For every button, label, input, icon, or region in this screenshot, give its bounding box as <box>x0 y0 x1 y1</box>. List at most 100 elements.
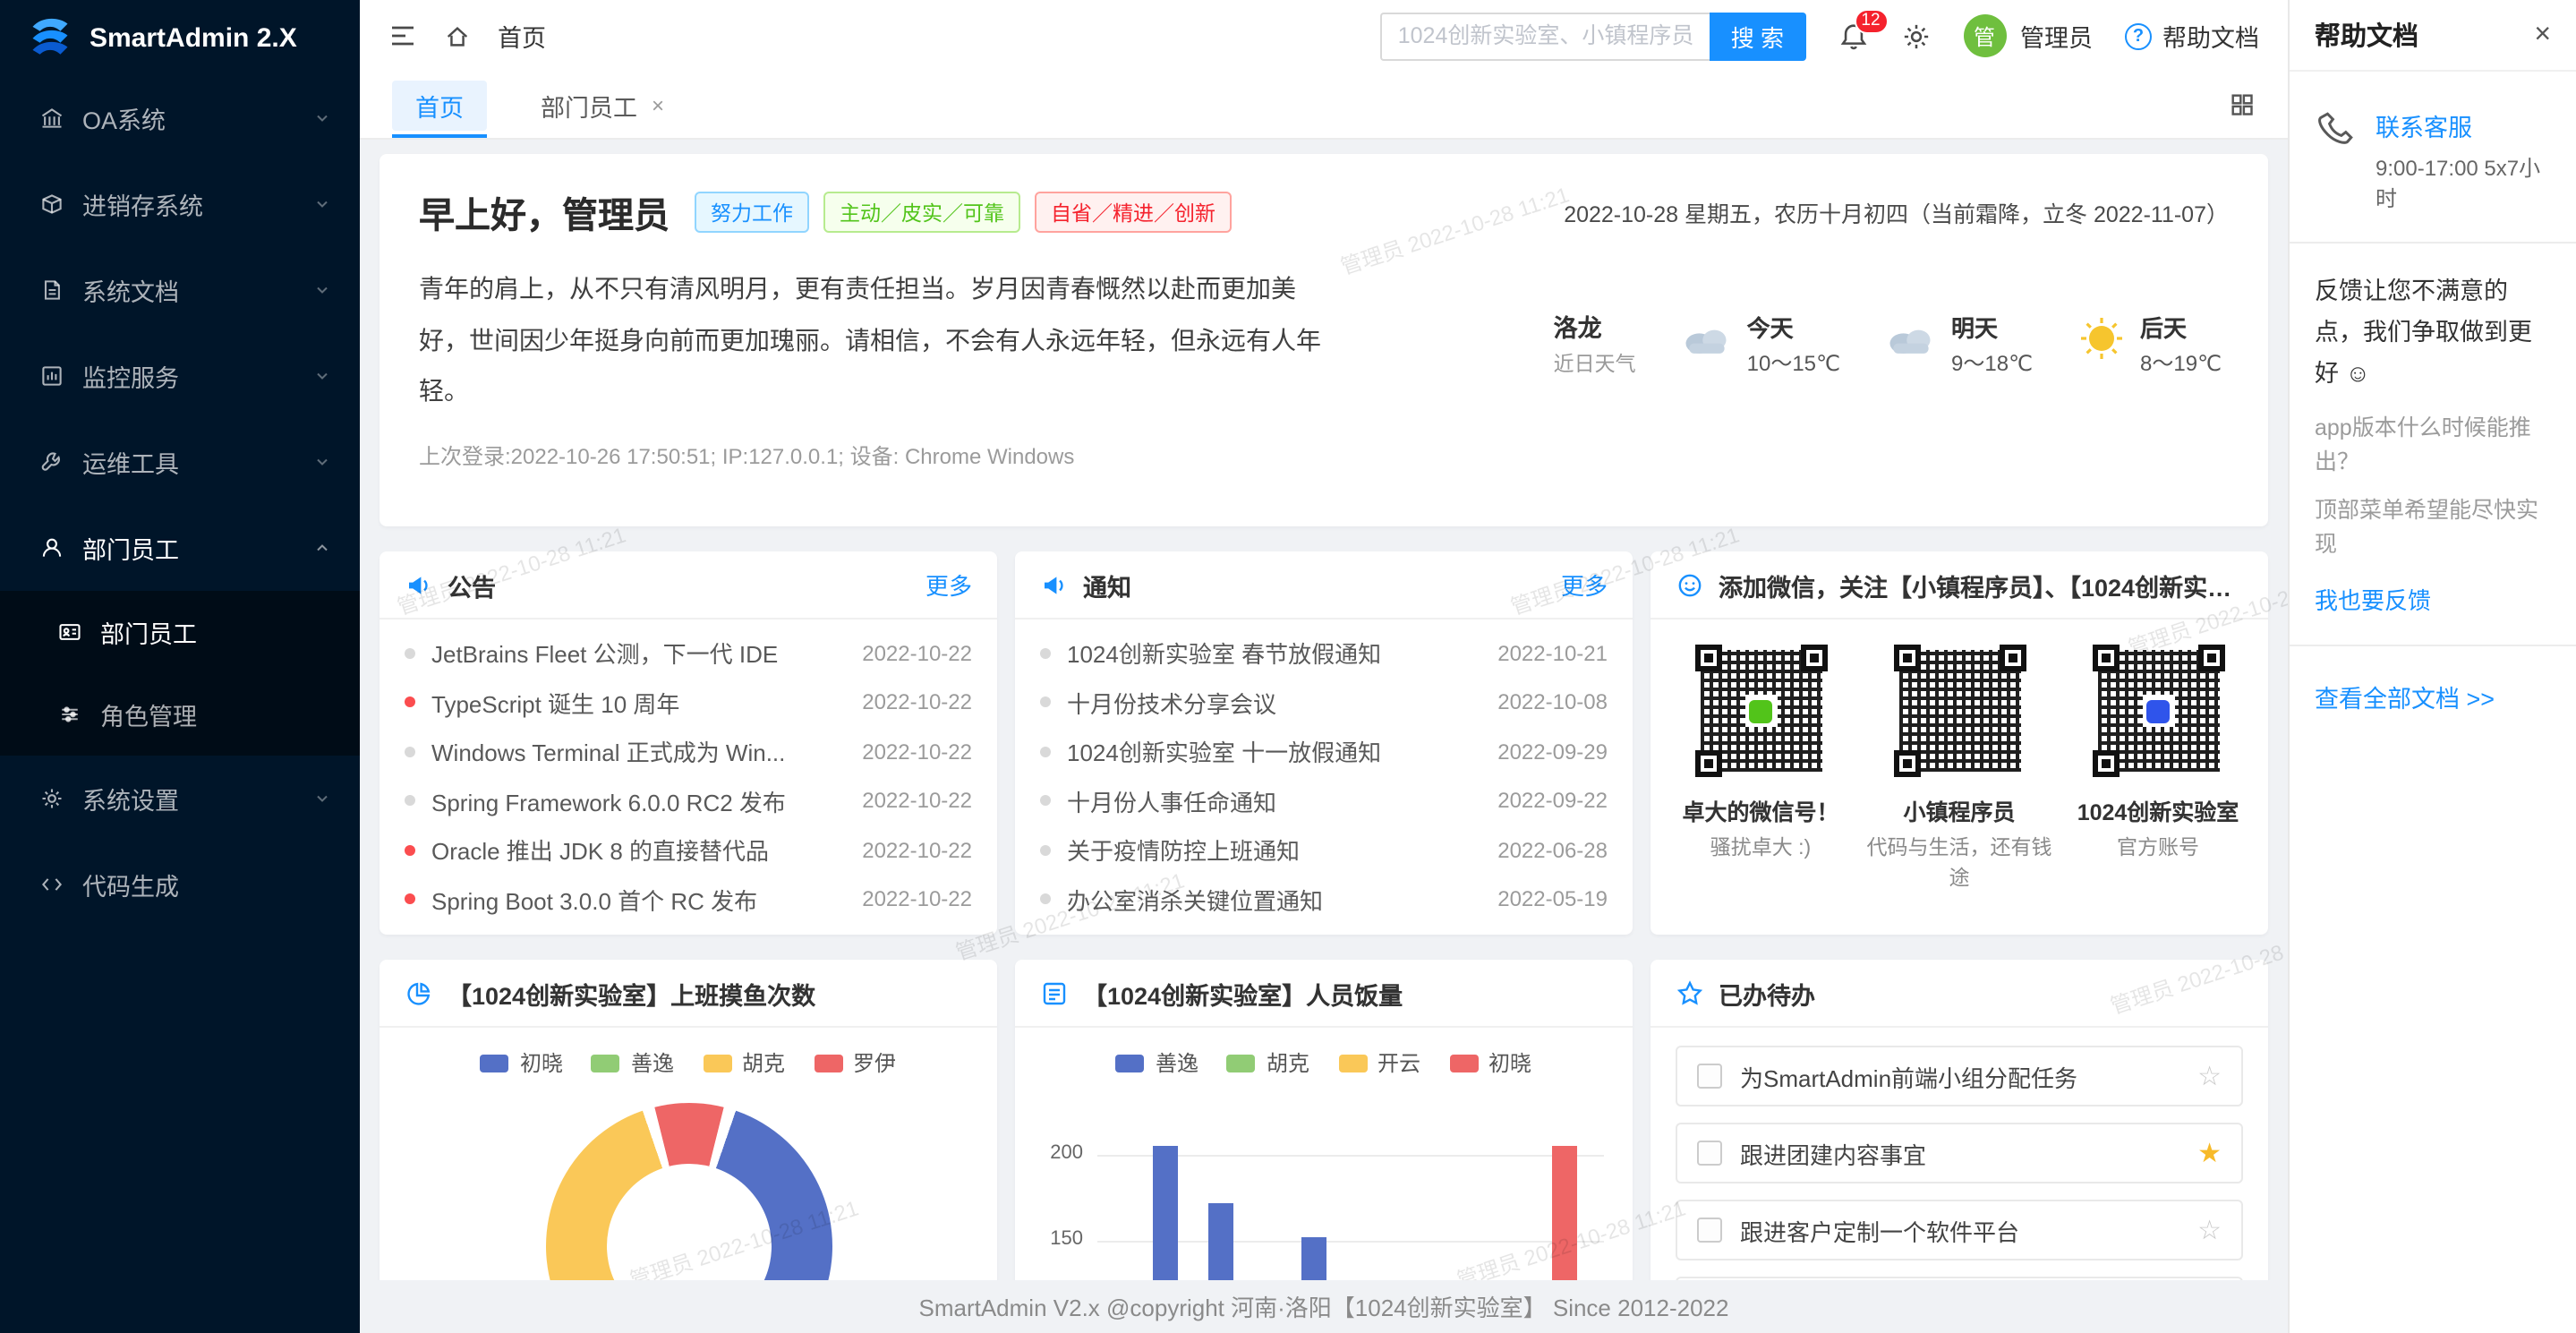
todo-item[interactable]: 跟进客户定制一个软件平台 ☆ <box>1676 1200 2243 1260</box>
list-item[interactable]: Spring Boot 3.0.0 首个 RC 发布2022-10-22 <box>405 875 972 924</box>
monitor-icon <box>39 363 64 389</box>
search-input[interactable] <box>1380 12 1710 60</box>
team-icon <box>39 535 64 560</box>
sidebar-item-monitor[interactable]: 监控服务 <box>0 333 360 419</box>
phone-icon <box>2315 107 2358 159</box>
announcement-more-link[interactable]: 更多 <box>925 568 972 602</box>
meal-chart-card: 【1024创新实验室】人员饭量 善逸 胡克 开云 初晓 200 150 <box>1015 960 1633 1333</box>
chevron-up-icon <box>313 539 331 557</box>
checkbox[interactable] <box>1697 1064 1722 1089</box>
greeting-badges: 努力工作 主动／皮实／可靠 自省／精进／创新 <box>695 192 1232 233</box>
dot-icon <box>1040 747 1051 757</box>
view-all-docs-link[interactable]: 查看全部文档 >> <box>2315 679 2551 714</box>
sidebar-subitem-label: 角色管理 <box>100 696 197 732</box>
card-title: 添加微信，关注【小镇程序员】、【1024创新实验室】 <box>1719 567 2243 602</box>
wechat-card: 添加微信，关注【小镇程序员】、【1024创新实验室】 卓大的微信号！ 骚扰卓大 … <box>1651 551 2268 935</box>
sidebar-item-settings[interactable]: 系统设置 <box>0 756 360 842</box>
tab-department[interactable]: 部门员工 × <box>541 72 664 138</box>
notification-bell-icon[interactable]: 12 <box>1838 21 1868 51</box>
sidebar-item-erp[interactable]: 进销存系统 <box>0 161 360 247</box>
list-item[interactable]: Oracle 推出 JDK 8 的直接替代品2022-10-22 <box>405 825 972 875</box>
feedback-item: 顶部菜单希望能尽快实现 <box>2315 495 2551 562</box>
list-item[interactable]: 1024创新实验室 十一放假通知2022-09-29 <box>1040 727 1608 776</box>
divider <box>2290 645 2576 646</box>
list-item[interactable]: JetBrains Fleet 公测，下一代 IDE2022-10-22 <box>405 628 972 678</box>
badge-innovate: 自省／精进／创新 <box>1035 192 1232 233</box>
weather-city: 洛龙 近日天气 <box>1554 308 1636 378</box>
user-menu[interactable]: 管 管理员 <box>1963 14 2093 57</box>
feedback-link[interactable]: 我也要反馈 <box>2315 582 2551 616</box>
cloud-icon <box>1679 319 1733 367</box>
widgets-row-1: 公告 更多 JetBrains Fleet 公测，下一代 IDE2022-10-… <box>380 551 2268 935</box>
star-toggle-icon[interactable]: ☆ <box>2197 1060 2222 1092</box>
sidebar-item-label: 系统文档 <box>82 272 179 308</box>
checkbox[interactable] <box>1697 1141 1722 1166</box>
tab-home[interactable]: 首页 <box>392 72 487 138</box>
dot-icon <box>405 894 415 905</box>
user-name: 管理员 <box>2020 18 2093 54</box>
gear-icon[interactable] <box>1900 21 1931 51</box>
tab-layout-icon[interactable] <box>2229 91 2256 118</box>
list-item[interactable]: 1024创新实验室 春节放假通知2022-10-21 <box>1040 628 1608 678</box>
header-actions: 搜 索 12 管 管理员 ? 帮助文档 <box>1380 12 2259 60</box>
list-item[interactable]: Windows Terminal 正式成为 Win...2022-10-22 <box>405 727 972 776</box>
contact-support-link[interactable]: 联系客服 <box>2376 107 2551 143</box>
chevron-down-icon <box>313 367 331 385</box>
home-icon[interactable] <box>444 22 471 49</box>
sidebar-item-ops[interactable]: 运维工具 <box>0 419 360 505</box>
todo-item[interactable]: 跟进团建内容事宜 ★ <box>1676 1123 2243 1183</box>
sidebar-item-oa[interactable]: OA系统 <box>0 75 360 161</box>
bank-icon <box>39 106 64 131</box>
sidebar-item-label: 代码生成 <box>82 867 179 902</box>
notice-card: 通知 更多 1024创新实验室 春节放假通知2022-10-21 十月份技术分享… <box>1015 551 1633 935</box>
tools-icon <box>39 449 64 474</box>
list-item[interactable]: TypeScript 诞生 10 周年2022-10-22 <box>405 678 972 727</box>
close-icon[interactable]: × <box>2534 19 2551 51</box>
sun-icon <box>2076 315 2126 371</box>
notice-more-link[interactable]: 更多 <box>1561 568 1608 602</box>
announcement-list: JetBrains Fleet 公测，下一代 IDE2022-10-22 Typ… <box>380 620 997 933</box>
qr-code-image <box>2092 645 2224 777</box>
list-item[interactable]: 关于疫情防控上班通知2022-06-28 <box>1040 825 1608 875</box>
main-content: 早上好，管理员 努力工作 主动／皮实／可靠 自省／精进／创新 2022-10-2… <box>360 140 2288 1333</box>
search-button[interactable]: 搜 索 <box>1710 12 1805 60</box>
card-title: 已办待办 <box>1719 975 1815 1011</box>
list-item[interactable]: 十月份人事任命通知2022-09-22 <box>1040 776 1608 825</box>
chevron-down-icon <box>313 195 331 213</box>
dot-icon <box>405 845 415 856</box>
star-toggle-icon[interactable]: ☆ <box>2197 1214 2222 1246</box>
sidebar-item-employee[interactable]: 部门员工 <box>0 505 360 591</box>
star-toggle-icon[interactable]: ★ <box>2197 1137 2222 1169</box>
app-logo[interactable]: SmartAdmin 2.X <box>0 0 360 75</box>
list-item[interactable]: 十月份技术分享会议2022-10-08 <box>1040 678 1608 727</box>
dot-icon <box>1040 894 1051 905</box>
menu-fold-icon[interactable] <box>388 21 417 50</box>
sidebar-subitem-role[interactable]: 角色管理 <box>0 673 360 756</box>
checkbox[interactable] <box>1697 1218 1722 1243</box>
global-search: 搜 索 <box>1380 12 1805 60</box>
sidebar-item-label: OA系统 <box>82 100 166 136</box>
last-login-info: 上次登录:2022-10-26 17:50:51; IP:127.0.0.1; … <box>419 440 2229 471</box>
slacking-chart-card: 【1024创新实验室】上班摸鱼次数 初晓 善逸 胡克 罗伊 <box>380 960 997 1333</box>
weather-day-tomorrow: 明天 9～18℃ <box>1883 309 2033 377</box>
list-item[interactable]: 办公室消杀关键位置通知2022-05-19 <box>1040 875 1608 924</box>
chart-legend: 初晓 善逸 胡克 罗伊 <box>380 1047 997 1078</box>
dot-icon <box>405 796 415 807</box>
sidebar-subitem-label: 部门员工 <box>100 614 197 650</box>
sidebar-subitem-employee[interactable]: 部门员工 <box>0 591 360 673</box>
chevron-down-icon <box>313 790 331 807</box>
weather-day-after: 后天 8～19℃ <box>2076 309 2222 377</box>
sidebar-item-label: 进销存系统 <box>82 186 203 222</box>
cloud-icon <box>1883 319 1937 367</box>
code-icon <box>39 872 64 897</box>
list-item[interactable]: Spring Framework 6.0.0 RC2 发布2022-10-22 <box>405 776 972 825</box>
qr-block-1024lab: 1024创新实验室 官方账号 <box>2063 645 2253 896</box>
page-footer: SmartAdmin V2.x @copyright 河南·洛阳【1024创新实… <box>360 1279 2288 1333</box>
y-axis-tick: 150 <box>1036 1228 1083 1250</box>
todo-item[interactable]: 为SmartAdmin前端小组分配任务 ☆ <box>1676 1046 2243 1107</box>
help-doc-button[interactable]: ? 帮助文档 <box>2125 18 2259 54</box>
sidebar-item-docs[interactable]: 系统文档 <box>0 247 360 333</box>
sidebar-item-codegen[interactable]: 代码生成 <box>0 842 360 927</box>
tab-close-icon[interactable]: × <box>652 92 664 117</box>
breadcrumb[interactable]: 首页 <box>498 18 546 54</box>
